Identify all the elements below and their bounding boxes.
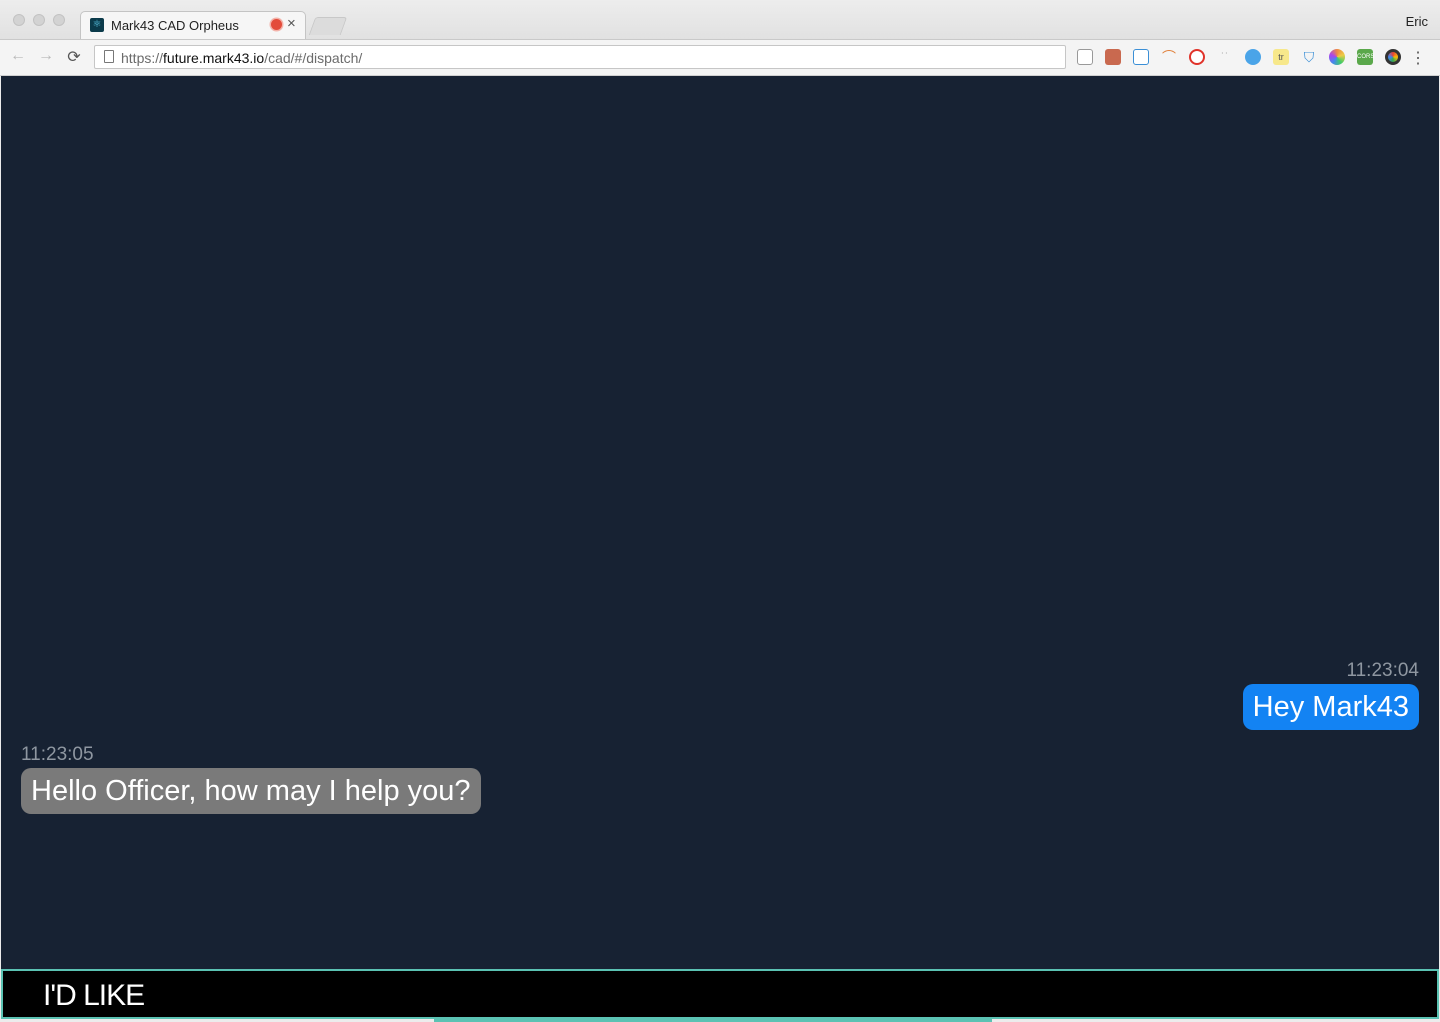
pixel-icon[interactable] (1105, 49, 1121, 65)
tab-title: Mark43 CAD Orpheus (111, 18, 239, 33)
assistant-message-bubble: Hello Officer, how may I help you? (21, 768, 481, 814)
browser-tab[interactable]: ⚛ Mark43 CAD Orpheus × (80, 11, 306, 39)
back-button[interactable]: ← (9, 47, 27, 65)
dots-icon[interactable]: ˙˙ (1217, 49, 1233, 65)
dispatch-page: 11:23:04 Hey Mark43 11:23:05 Hello Offic… (1, 76, 1439, 992)
opera-icon[interactable] (1189, 49, 1205, 65)
address-bar[interactable]: https://future.mark43.io/cad/#/dispatch/ (94, 45, 1066, 69)
minimize-window-button[interactable] (33, 14, 45, 26)
tr-icon[interactable]: tr (1273, 49, 1289, 65)
zoom-window-button[interactable] (53, 14, 65, 26)
tab-close-icon[interactable]: × (287, 15, 296, 32)
cors-icon[interactable]: CORS (1357, 49, 1374, 65)
speech-transcript: I'D LIKE (43, 979, 145, 1012)
user-message-bubble: Hey Mark43 (1242, 684, 1419, 730)
title-bar: ⚛ Mark43 CAD Orpheus × Eric (0, 0, 1440, 40)
note-icon[interactable] (1077, 49, 1093, 65)
speech-transcript-bar[interactable]: I'D LIKE (1, 969, 1439, 1019)
close-window-button[interactable] (13, 14, 25, 26)
page-icon (104, 50, 114, 63)
react-icon: ⚛ (90, 18, 104, 32)
feather-icon[interactable] (1245, 49, 1261, 65)
arc-icon[interactable]: ⌒ (1161, 49, 1177, 65)
reload-button[interactable]: ⟳ (65, 47, 83, 67)
chrome-color-icon[interactable] (1385, 49, 1401, 65)
message-timestamp: 11:23:04 (1346, 660, 1419, 681)
browser-toolbar: ← → ⟳ https://future.mark43.io/cad/#/dis… (0, 40, 1440, 76)
flower-icon[interactable] (1329, 49, 1345, 65)
message-timestamp: 11:23:05 (21, 744, 94, 765)
forward-button[interactable]: → (37, 47, 55, 65)
shield-icon[interactable]: ⛉ (1301, 49, 1317, 65)
recording-icon (271, 19, 282, 30)
frame-icon[interactable] (1133, 49, 1149, 65)
url-text[interactable]: https://future.mark43.io/cad/#/dispatch/ (121, 50, 362, 66)
new-tab-button[interactable] (308, 17, 348, 35)
browser-menu-icon[interactable]: ⋮ (1410, 48, 1426, 68)
profile-name[interactable]: Eric (1406, 14, 1428, 29)
